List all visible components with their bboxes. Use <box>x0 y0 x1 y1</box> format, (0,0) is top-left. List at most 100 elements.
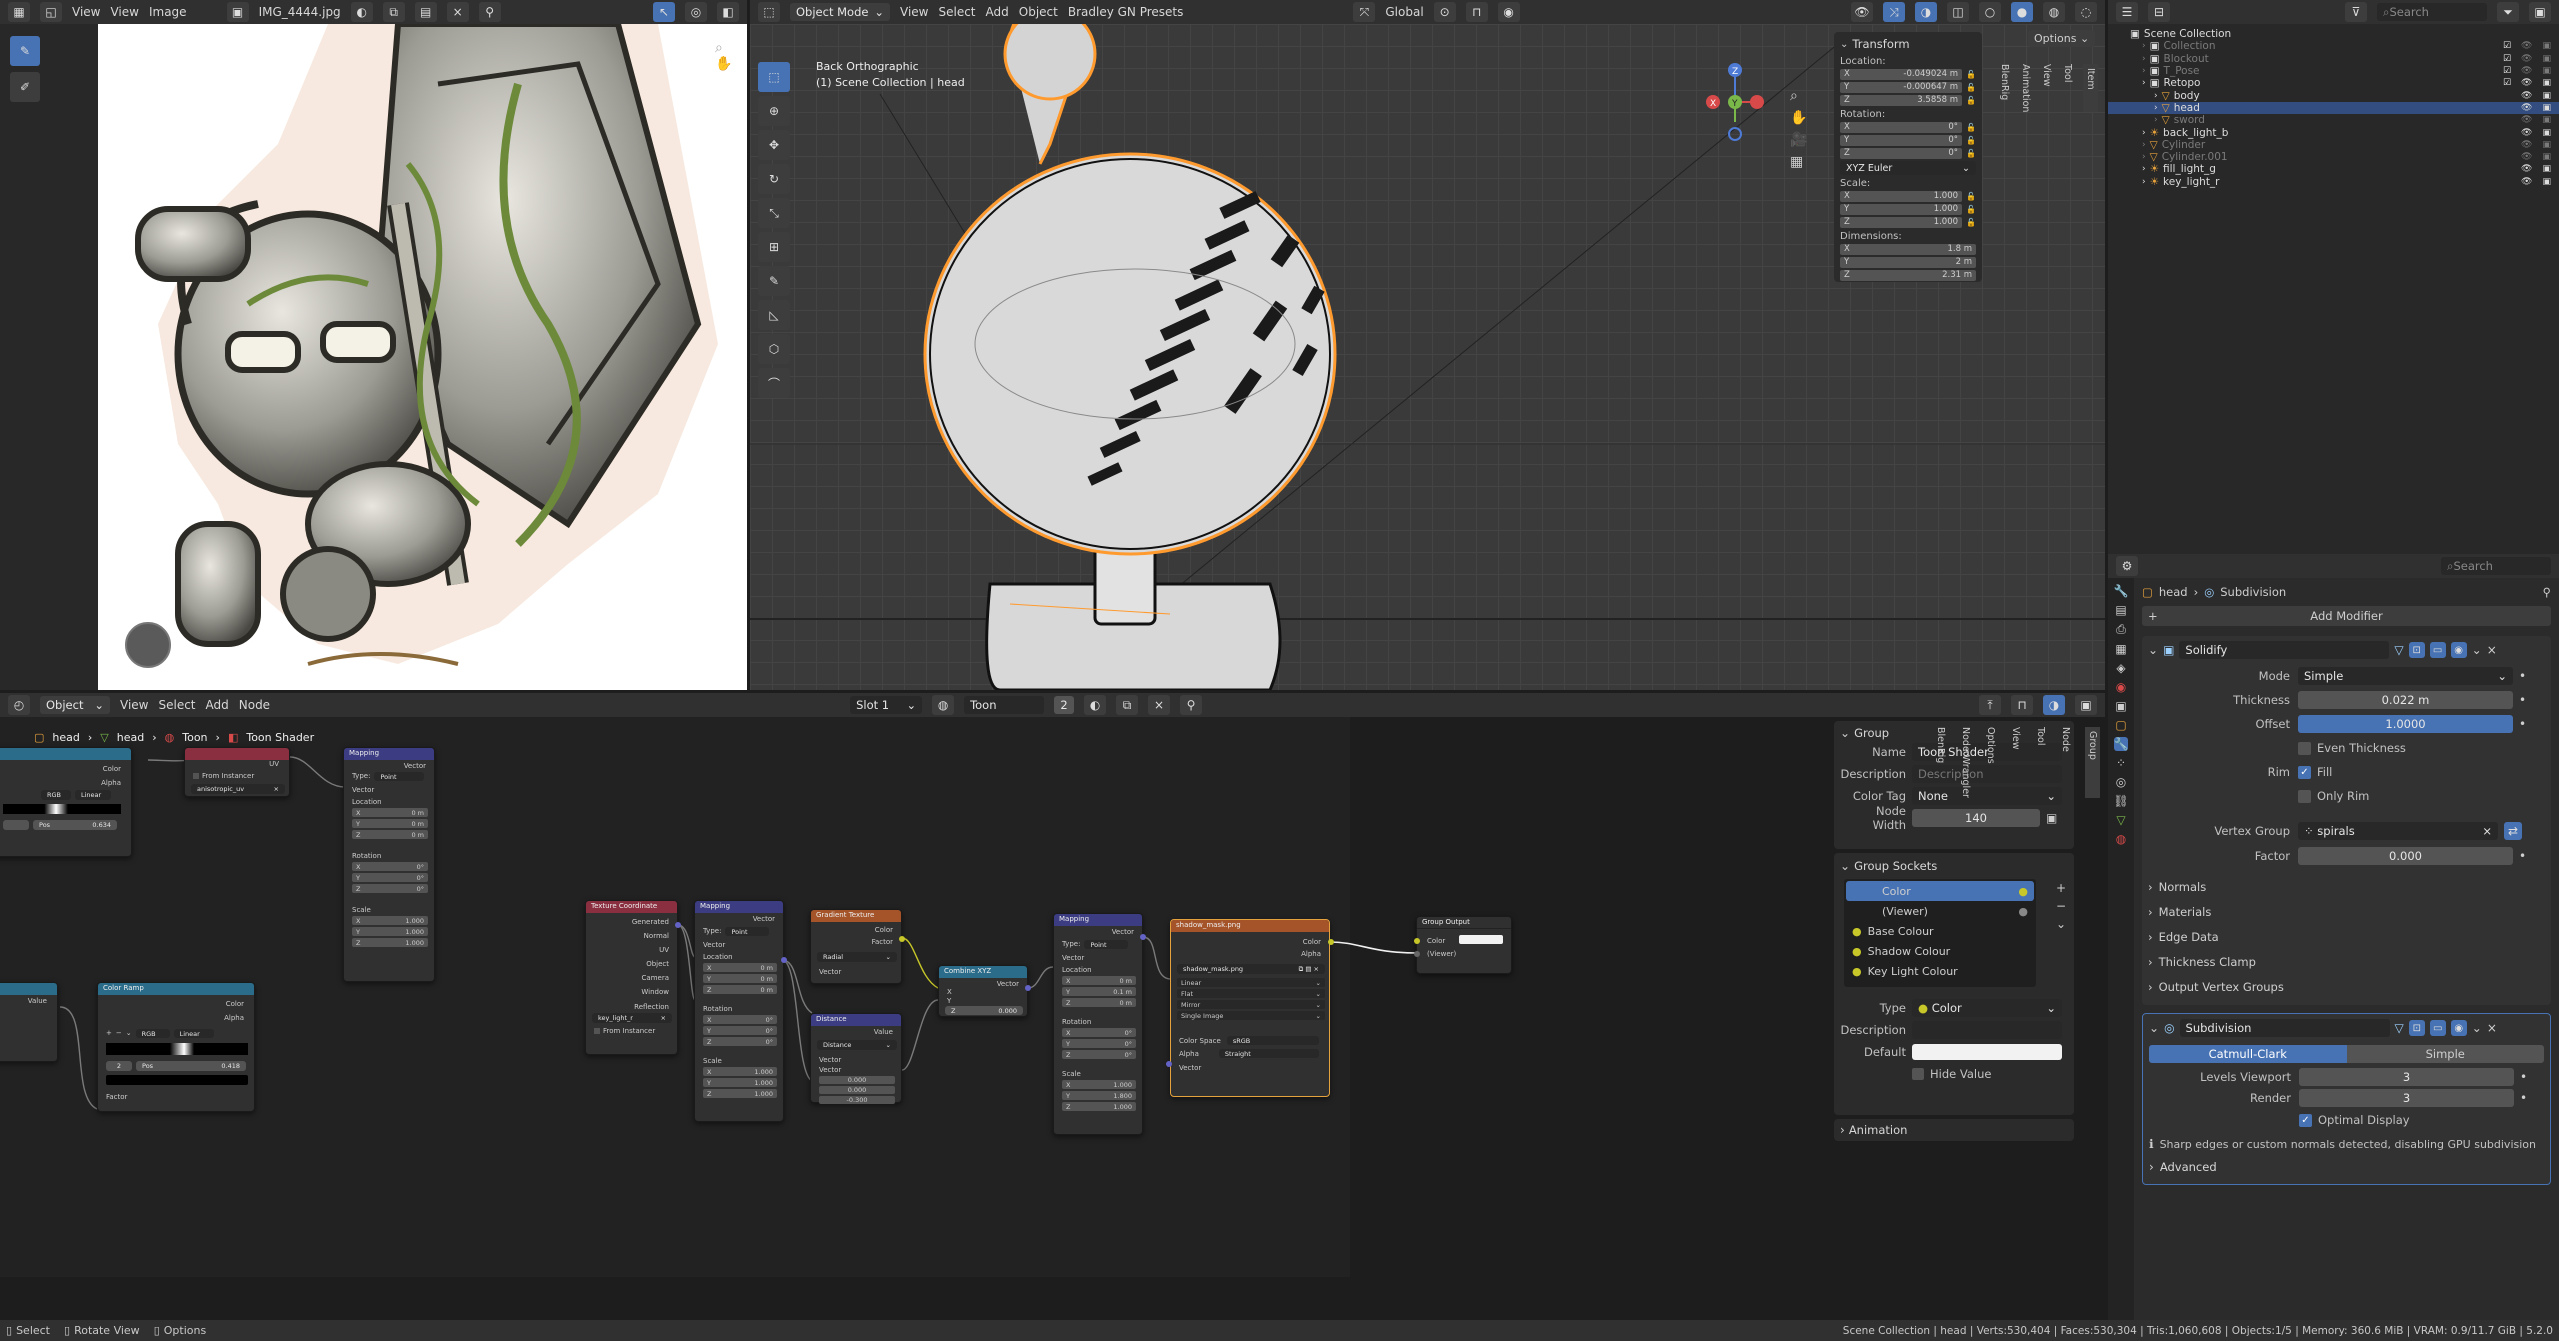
shading-material-icon[interactable]: ◍ <box>2043 2 2065 22</box>
checkbox-icon[interactable]: ☑ <box>2503 78 2511 88</box>
outliner-item[interactable]: › ▽ head 👁 ▣ <box>2108 101 2559 115</box>
expand-arrow-icon[interactable]: › <box>2154 103 2158 113</box>
transform-icon[interactable]: ⊞ <box>758 232 790 262</box>
vector-x-field[interactable]: X 0° <box>703 1015 777 1024</box>
zoom-icon[interactable]: ⌕ <box>1790 88 1807 104</box>
vertex-group-field[interactable]: ⁘ spirals × <box>2298 822 2498 840</box>
image-menu-image[interactable]: Image <box>149 5 187 19</box>
pivot-icon[interactable]: ⊙ <box>1433 2 1456 22</box>
image-option-select[interactable]: Mirror ⌄ <box>1177 1000 1325 1009</box>
ramp-menu-icon[interactable]: ⌄ <box>126 1029 132 1038</box>
eye-icon[interactable]: 👁 <box>2521 164 2532 174</box>
vector-z-field[interactable]: Z0 m <box>703 985 777 994</box>
image-file-field[interactable]: shadow_mask.png ⧉ ▤ × <box>1177 964 1325 974</box>
socket[interactable] <box>1414 938 1420 944</box>
physics-tab-icon[interactable]: ◎ <box>2116 775 2126 789</box>
options-button[interactable]: Options ⌄ <box>2028 30 2096 47</box>
outliner-item[interactable]: › ▣ Blockout ☑ 👁 ▣ <box>2108 53 2559 65</box>
mapping-node-top[interactable]: Mapping Vector Type: Point Vector Locatio… <box>343 747 435 982</box>
image-option-select[interactable]: Single Image ⌄ <box>1177 1011 1325 1020</box>
remove-socket-icon[interactable]: − <box>2056 899 2066 913</box>
shading-wire-icon[interactable]: ○ <box>1979 2 2001 22</box>
eye-icon[interactable]: 👁 <box>2521 41 2532 51</box>
camera-icon[interactable]: ▣ <box>2542 103 2551 113</box>
object-tab-icon[interactable]: ▢ <box>2115 718 2126 732</box>
vector-y-field[interactable]: Y0 m <box>352 819 428 828</box>
checkbox[interactable] <box>193 773 199 779</box>
keyframe-dot-icon[interactable]: • <box>2520 1091 2527 1105</box>
socket[interactable] <box>1328 939 1334 945</box>
material-name-field[interactable]: Toon <box>964 696 1045 714</box>
measure-icon[interactable]: ◺ <box>758 300 790 330</box>
socket-list-item[interactable]: ● Shadow Colour <box>1846 941 2034 961</box>
simple-button[interactable]: Simple <box>2346 1045 2544 1063</box>
animation-title[interactable]: Animation <box>1849 1123 1908 1137</box>
mode-select[interactable]: Object Mode ⌄ <box>790 3 890 21</box>
texture-coordinate-node[interactable]: Texture Coordinate Generated Normal UV Obje… <box>585 900 678 1055</box>
mapping-node-1[interactable]: Mapping Vector Type: Point Vector Locatio… <box>694 900 784 1122</box>
attr-name-field[interactable]: anisotropic_uv × <box>191 784 285 794</box>
vector-z-field[interactable]: Z 1.000 <box>352 938 428 947</box>
mapping-node-2[interactable]: Mapping Vector Type: Point Vector Locatio… <box>1053 913 1143 1135</box>
attribute-node[interactable]: UV From Instancer anisotropic_uv × <box>184 747 290 797</box>
checkbox-icon[interactable]: ☑ <box>2503 66 2511 76</box>
camera-icon[interactable]: ▣ <box>2542 91 2551 101</box>
outliner-type-icon[interactable]: ☰ <box>2116 2 2138 22</box>
chevron-right-icon[interactable]: › <box>1840 1123 1845 1137</box>
node-width-field[interactable]: 140 <box>1912 809 2040 827</box>
subpanel-output-vertex-groups[interactable]: › Output Vertex Groups <box>2148 974 2545 999</box>
dimensions-z-field[interactable]: Z 2.31 m <box>1840 269 1976 281</box>
vector-z-field[interactable]: Z0 m <box>1062 998 1136 1007</box>
distance-node[interactable]: Distance Value Distance ⌄ Vector Vector 0… <box>810 1013 902 1104</box>
ramp-stop-color[interactable] <box>106 1075 248 1085</box>
gradient-texture-node[interactable]: Gradient Texture Color Factor Radial ⌄ Vec… <box>810 909 902 984</box>
vp-menu-select[interactable]: Select <box>938 5 975 19</box>
image-texture-node[interactable]: shadow_mask.png Color Alpha shadow_mask.p… <box>1170 919 1330 1097</box>
ramp-gradient[interactable] <box>106 1043 248 1055</box>
rotate-icon[interactable]: ↻ <box>758 164 790 194</box>
world-tab-icon[interactable]: ◉ <box>2116 680 2126 694</box>
chevron-right-icon[interactable]: › <box>2149 1160 2154 1174</box>
material-tab-icon[interactable]: ◍ <box>2116 832 2126 846</box>
node-editor-type-icon[interactable]: ◴ <box>8 695 30 715</box>
mapping-top-type[interactable]: Point <box>374 772 425 781</box>
node-object-select[interactable]: Object ⌄ <box>40 696 110 714</box>
ramp-top-index[interactable] <box>3 820 29 830</box>
ramp-top-pos[interactable]: Pos 0.634 <box>33 820 117 830</box>
rotation-x-field[interactable]: X 0° <box>1840 121 1963 133</box>
image-menu-view[interactable]: View <box>72 5 100 19</box>
dimensions-y-field[interactable]: Y2 m <box>1840 256 1976 268</box>
render-levels-field[interactable]: 3 <box>2299 1088 2514 1107</box>
tab-group[interactable]: Group <box>2085 727 2100 798</box>
slot-select[interactable]: Slot 1 ⌄ <box>850 696 923 714</box>
camera-icon[interactable]: 🎥 <box>1790 132 1807 148</box>
levels-viewport-field[interactable]: 3 <box>2299 1067 2514 1086</box>
rotation-y-field[interactable]: Y 0° <box>1840 134 1963 146</box>
pin-icon[interactable]: ⚲ <box>2543 585 2551 599</box>
duplicate-material-icon[interactable]: ⧉ <box>1116 695 1139 715</box>
expand-arrow-icon[interactable]: › <box>2142 177 2146 187</box>
overlays-icon[interactable]: ◑ <box>1915 2 1937 22</box>
fake-user-icon[interactable]: ◐ <box>350 2 373 22</box>
vector-x-field[interactable]: X 1.000 <box>703 1067 777 1076</box>
scale-icon[interactable]: ⤡ <box>758 198 790 228</box>
ramp-index[interactable]: 2 <box>106 1061 132 1071</box>
checkbox-icon[interactable]: ☑ <box>2503 54 2511 64</box>
eye-icon[interactable]: 👁 <box>2521 115 2532 125</box>
material-users[interactable]: 2 <box>1054 696 1075 714</box>
node-canvas[interactable]: ▢ head › ▽ head › ◍ Toon › ◧ Toon Shader Color A… <box>0 717 1840 1320</box>
eye-icon[interactable]: 👁 <box>2521 78 2532 88</box>
chevron-down-icon[interactable]: ⌄ <box>2148 643 2158 657</box>
constraints-tab-icon[interactable]: ⛓ <box>2113 794 2128 808</box>
ramp-interp[interactable]: Linear <box>173 1029 214 1038</box>
eye-icon[interactable]: 👁 <box>2521 103 2532 113</box>
display-icon[interactable]: ◧ <box>717 2 739 22</box>
material-icon[interactable]: ◍ <box>932 695 955 715</box>
annotate-tool-icon[interactable]: ✎ <box>10 36 40 66</box>
render-toggle-icon[interactable]: ◉ <box>2450 1020 2467 1036</box>
thickness-field[interactable]: 0.022 m <box>2298 691 2513 709</box>
expand-arrow-icon[interactable]: › <box>2142 140 2146 150</box>
group-out-color-swatch[interactable] <box>1459 935 1503 944</box>
keyframe-dot-icon[interactable]: • <box>2519 669 2526 683</box>
vector-z-field[interactable]: Z 0° <box>703 1037 777 1046</box>
